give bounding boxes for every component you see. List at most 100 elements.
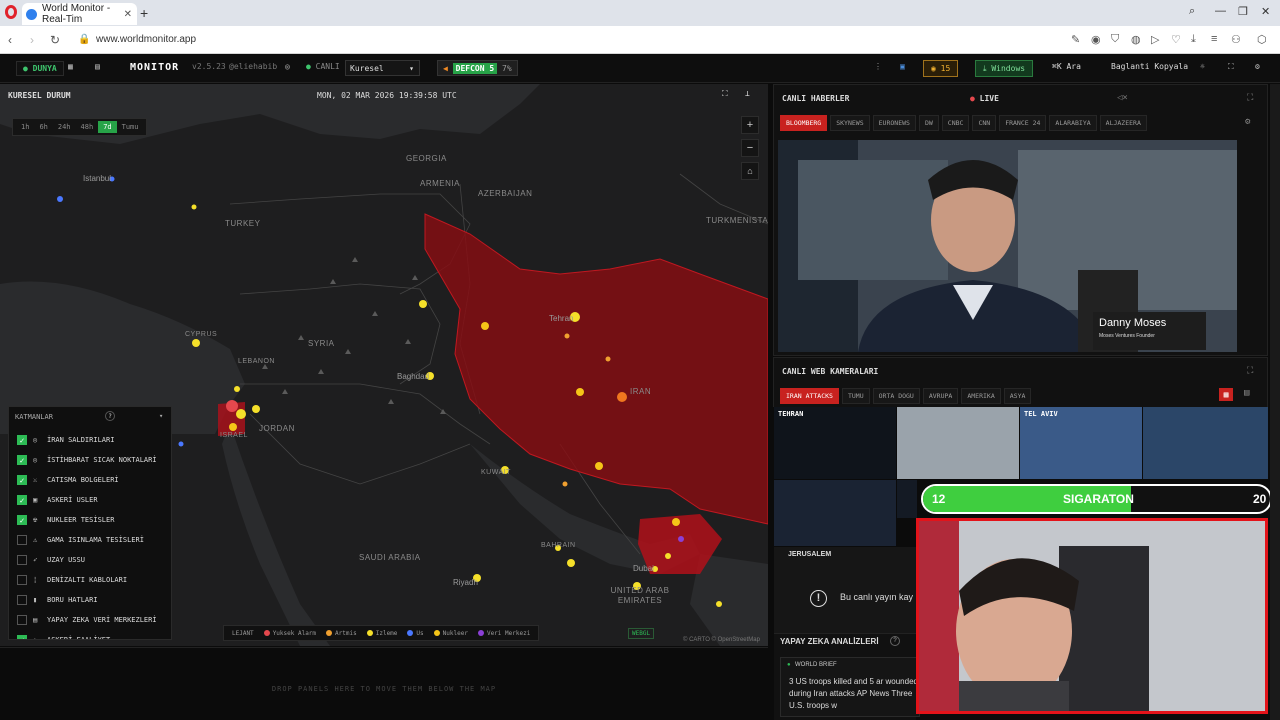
profile-icon[interactable]: ⚇ xyxy=(1231,33,1241,46)
close-tab-icon[interactable]: ✕ xyxy=(124,9,132,20)
search-button[interactable]: ⌘K Ara xyxy=(1052,62,1081,71)
back-icon[interactable]: ‹ xyxy=(8,33,12,47)
layer-checkbox[interactable]: ✓ xyxy=(17,455,27,465)
panel-drop-area[interactable]: DROP PANELS HERE TO MOVE THEM BELOW THE … xyxy=(0,647,768,720)
minimize-icon[interactable]: — xyxy=(1215,5,1226,17)
zoom-out-button[interactable]: − xyxy=(741,139,759,157)
zoom-in-button[interactable]: + xyxy=(741,116,759,134)
expand-icon[interactable]: ⛶ xyxy=(722,89,728,99)
cam-tehran-3[interactable] xyxy=(774,480,896,546)
fullscreen-icon[interactable]: ⛶ xyxy=(1228,62,1234,72)
ai-help-icon[interactable]: ? xyxy=(890,636,900,646)
page-scrollbar[interactable] xyxy=(1270,84,1280,720)
layer-toggle[interactable]: ⚠ GAMA ISINLAMA TESİSLERİ xyxy=(17,533,144,547)
layer-toggle[interactable]: ✓ ☢ NUKLEER TESİSLER xyxy=(17,513,114,527)
layer-toggle[interactable]: ▤ YAPAY ZEKA VERİ MERKEZLERİ xyxy=(17,613,157,627)
layers-help-icon[interactable]: ? xyxy=(105,411,115,421)
news-channel-tab[interactable]: ALJAZEERA xyxy=(1099,115,1147,131)
webcam-region-tab[interactable]: ASYA xyxy=(1003,388,1032,404)
webcam-region-tab[interactable]: ORTA DOGU xyxy=(872,388,920,404)
collapse-icon[interactable]: ▾ xyxy=(159,412,163,420)
layer-checkbox[interactable] xyxy=(17,555,27,565)
layer-checkbox[interactable]: ✓ xyxy=(17,635,27,639)
github-icon[interactable]: ◎ xyxy=(285,62,290,71)
webcam-region-tab[interactable]: AVRUPA xyxy=(922,388,959,404)
edit-icon[interactable]: ✎ xyxy=(1071,33,1080,46)
expand-icon[interactable]: ⛶ xyxy=(1247,93,1253,103)
more-icon[interactable]: ⋮ xyxy=(874,62,882,71)
layer-checkbox[interactable] xyxy=(17,595,27,605)
map-panel[interactable]: KURESEL DURUM MON, 02 MAR 2026 19:39:58 … xyxy=(0,84,768,646)
webcam-region-tab[interactable]: IRAN ATTACKS xyxy=(780,388,839,404)
news-channel-tab[interactable]: CNBC xyxy=(941,115,970,131)
cam-tehran-2[interactable] xyxy=(897,407,1019,479)
search-tabs-icon[interactable]: ⌕ xyxy=(1189,5,1195,18)
layer-toggle[interactable]: ✓ ✈ ASKERİ FAALİYET xyxy=(17,633,110,639)
layer-checkbox[interactable]: ✓ xyxy=(17,475,27,485)
restore-icon[interactable]: ❐ xyxy=(1238,5,1248,18)
building-icon[interactable]: ▦ xyxy=(68,62,73,71)
url-field[interactable]: www.worldmonitor.app xyxy=(96,34,196,45)
pin-icon[interactable]: ⊥ xyxy=(745,89,750,98)
time-range-button[interactable]: 48h xyxy=(76,121,99,133)
region-select[interactable]: Kuresel ▾ xyxy=(345,60,420,76)
expand-icon[interactable]: ⛶ xyxy=(1247,366,1253,376)
layer-checkbox[interactable]: ✓ xyxy=(17,515,27,525)
layer-toggle[interactable]: ✓ ⚔ CATISMA BOLGELERİ xyxy=(17,473,119,487)
time-range-button[interactable]: 24h xyxy=(53,121,76,133)
news-channel-tab[interactable]: SKYNEWS xyxy=(830,115,870,131)
camera-icon[interactable]: ◉ xyxy=(1091,33,1101,46)
time-range-button[interactable]: 6h xyxy=(34,121,52,133)
opera-logo-icon[interactable] xyxy=(5,5,17,19)
reload-icon[interactable]: ↻ xyxy=(50,33,60,47)
close-window-icon[interactable]: ✕ xyxy=(1261,5,1270,18)
news-channel-tab[interactable]: BLOOMBERG xyxy=(780,115,828,131)
layer-toggle[interactable]: ✓ ▣ ASKERİ USLER xyxy=(17,493,98,507)
heart-icon[interactable]: ♡ xyxy=(1171,33,1181,46)
layer-checkbox[interactable] xyxy=(17,535,27,545)
variant-switch-button[interactable]: ● DUNYA xyxy=(16,61,64,76)
layer-checkbox[interactable]: ✓ xyxy=(17,435,27,445)
download-icon[interactable]: ⤓ xyxy=(1191,33,1196,46)
layer-checkbox[interactable]: ✓ xyxy=(17,495,27,505)
home-icon[interactable]: ⌂ xyxy=(741,162,759,180)
news-channel-tab[interactable]: FRANCE 24 xyxy=(999,115,1047,131)
shield-icon[interactable]: ⛉ xyxy=(1111,33,1119,46)
layer-toggle[interactable]: ✓ ◎ İSTİHBARAT SICAK NOKTALARİ xyxy=(17,453,157,467)
download-windows-button[interactable]: ⤓ Windows xyxy=(975,60,1034,77)
cam-tel-aviv-2[interactable] xyxy=(1143,407,1268,479)
news-channel-tab[interactable]: CNN xyxy=(972,115,997,131)
monitor-icon[interactable]: ▣ xyxy=(900,62,905,71)
play-icon[interactable]: ▷ xyxy=(1151,33,1159,46)
webcam-region-tab[interactable]: TUMU xyxy=(841,388,870,404)
menu-icon[interactable]: ≡ xyxy=(1211,33,1217,45)
layer-toggle[interactable]: ✓ ◎ İRAN SALDIRILARI xyxy=(17,433,114,447)
browser-tab[interactable]: World Monitor - Real-Tim ✕ xyxy=(22,3,137,25)
author-handle[interactable]: @eliehabib xyxy=(229,62,277,71)
cam-jerusalem[interactable] xyxy=(774,547,916,633)
settings-icon[interactable]: ⚙ xyxy=(1245,117,1250,127)
settings-icon[interactable]: ⚙ xyxy=(1255,62,1260,71)
time-range-button[interactable]: 1h xyxy=(16,121,34,133)
new-tab-button[interactable]: + xyxy=(140,5,148,21)
grid-view-icon[interactable]: ▦ xyxy=(1219,388,1233,401)
extension-icon[interactable]: ⬡ xyxy=(1257,33,1267,46)
cam-tehran-1[interactable]: TEHRAN xyxy=(774,407,896,479)
copy-link-button[interactable]: Baglanti Kopyala xyxy=(1111,62,1188,71)
alerts-badge[interactable]: ◉ 15 xyxy=(923,60,959,77)
layer-toggle[interactable]: ➶ UZAY USSU xyxy=(17,553,85,567)
cam-tehran-4[interactable] xyxy=(897,480,917,518)
map-attribution[interactable]: © CARTO © OpenStreetMap xyxy=(683,637,760,643)
layer-checkbox[interactable] xyxy=(17,575,27,585)
vpn-icon[interactable]: ◍ xyxy=(1131,33,1141,46)
time-range-button[interactable]: Tumu xyxy=(117,121,144,133)
news-channel-tab[interactable]: DW xyxy=(918,115,939,131)
layer-toggle[interactable]: ¦ DENİZALTI KABLOLARI xyxy=(17,573,127,587)
forward-icon[interactable]: › xyxy=(30,33,34,47)
news-channel-tab[interactable]: ALARABIYA xyxy=(1049,115,1097,131)
layer-toggle[interactable]: ▮ BORU HATLARI xyxy=(17,593,98,607)
mute-icon[interactable]: ◁× xyxy=(1117,93,1128,103)
time-range-button[interactable]: 7d xyxy=(98,121,117,133)
theme-icon[interactable]: ☼ xyxy=(1200,62,1205,71)
defcon-badge[interactable]: ◀ DEFCON 5 7% xyxy=(437,60,518,76)
